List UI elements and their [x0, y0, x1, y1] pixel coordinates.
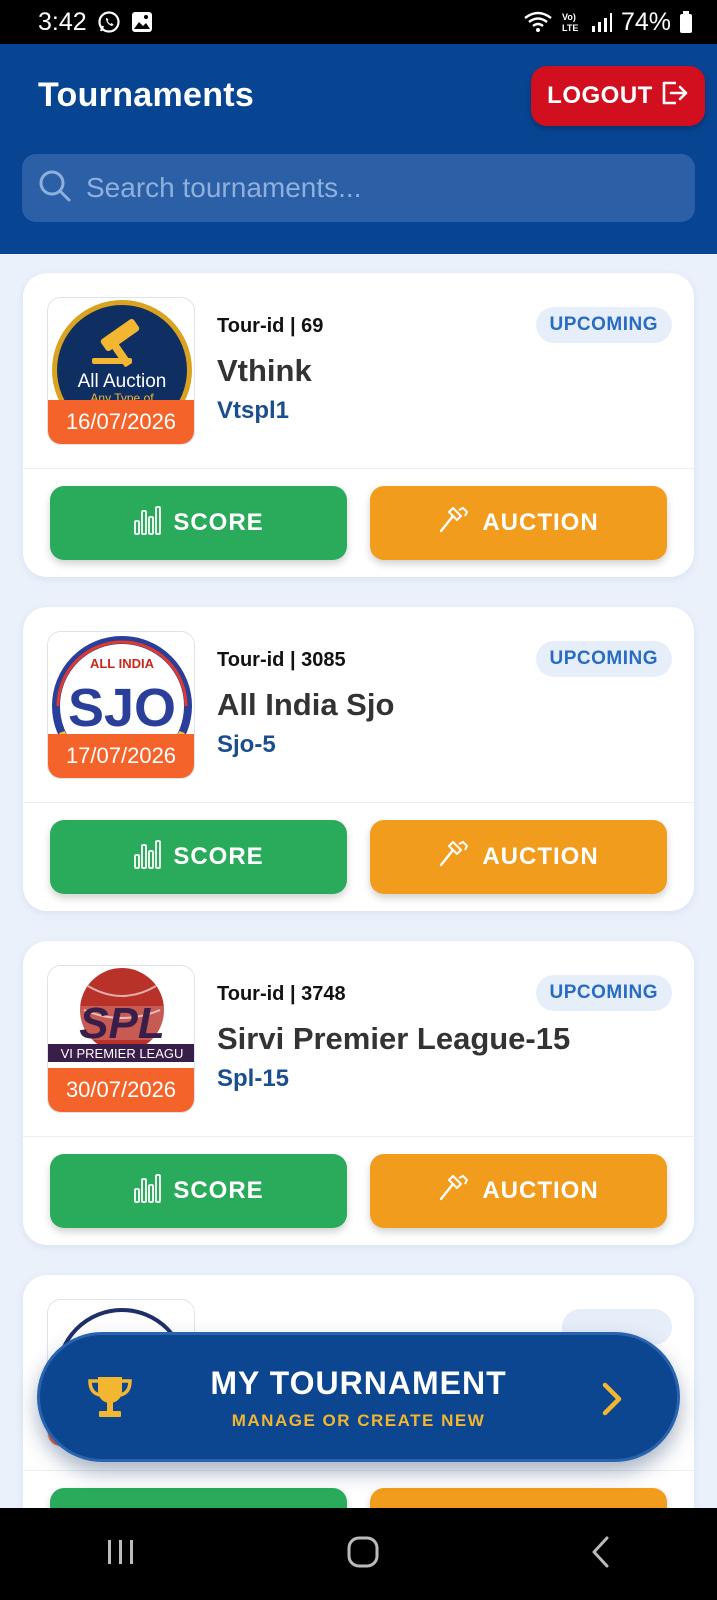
logo-subtext: VI PREMIER LEAGU: [61, 1046, 184, 1061]
gallery-icon: [131, 11, 153, 33]
svg-text:LTE: LTE: [562, 23, 578, 33]
auction-label: AUCTION: [482, 1177, 599, 1204]
tournament-short-name: Spl-15: [217, 1065, 290, 1092]
auction-label: AUCTION: [482, 509, 599, 536]
tournament-logo: SPL VI PREMIER LEAGU 30/07/2026: [47, 965, 195, 1113]
auction-button[interactable]: AUCTION: [370, 820, 667, 894]
tournament-date: 30/07/2026: [48, 1068, 194, 1112]
search-input[interactable]: [86, 172, 686, 204]
tournament-list: All Auction Any Type of 16/07/2026 Tour-…: [0, 254, 717, 1508]
score-label: SCORE: [173, 1177, 264, 1204]
card-divider: [23, 1470, 694, 1471]
logout-label: LOGOUT: [547, 82, 653, 109]
bar-chart-icon: [133, 505, 162, 542]
score-button[interactable]: SCORE: [50, 1154, 347, 1228]
tournament-card[interactable]: ALL INDIA SJO 17/07/2026 Tour-id | 3085 …: [23, 607, 694, 911]
auction-label: AUCTION: [482, 843, 599, 870]
hammer-icon: [438, 505, 470, 542]
bar-chart-icon: [133, 1173, 162, 1210]
my-tournament-button[interactable]: MY TOURNAMENT MANAGE OR CREATE NEW: [37, 1332, 680, 1462]
hammer-icon: [438, 1173, 470, 1210]
card-divider: [23, 468, 694, 469]
whatsapp-icon: [97, 10, 121, 34]
tournament-date: 16/07/2026: [48, 400, 194, 444]
status-left: 3:42: [38, 8, 153, 37]
my-tournament-title: MY TOURNAMENT: [210, 1365, 507, 1401]
score-button[interactable]: SCORE: [50, 486, 347, 560]
wifi-icon: [523, 10, 553, 34]
status-time: 3:42: [38, 7, 87, 36]
tour-id: Tour-id | 3748: [217, 983, 346, 1005]
app-header: Tournaments LOGOUT: [0, 44, 717, 254]
tournament-name: Vthink: [217, 353, 312, 388]
system-nav-bar: [0, 1508, 717, 1600]
tour-id: Tour-id | 69: [217, 315, 324, 337]
logout-icon: [659, 78, 689, 115]
tour-id: Tour-id | 3085: [217, 649, 346, 671]
status-right: Vo) LTE 74%: [523, 8, 693, 37]
tournament-card[interactable]: SPL VI PREMIER LEAGU 30/07/2026 Tour-id …: [23, 941, 694, 1245]
battery-percent: 74%: [620, 7, 671, 36]
hammer-icon: [438, 839, 470, 876]
tournament-logo: ALL INDIA SJO 17/07/2026: [47, 631, 195, 779]
volte-icon: Vo) LTE: [561, 10, 583, 34]
tournament-short-name: Sjo-5: [217, 731, 276, 758]
auction-button[interactable]: AUCTION: [370, 486, 667, 560]
tournament-date: 17/07/2026: [48, 734, 194, 778]
card-divider: [23, 1136, 694, 1137]
logo-text: SPL: [79, 999, 165, 1048]
search-box[interactable]: [22, 154, 695, 222]
score-button[interactable]: [50, 1488, 347, 1508]
recent-apps-button[interactable]: [104, 1537, 138, 1572]
back-button[interactable]: [589, 1535, 613, 1574]
card-divider: [23, 802, 694, 803]
chevron-right-icon: [599, 1379, 625, 1424]
logo-text: SJO: [68, 678, 176, 738]
logo-toptext: ALL INDIA: [90, 656, 155, 671]
tournament-card[interactable]: All Auction Any Type of 16/07/2026 Tour-…: [23, 273, 694, 577]
bar-chart-icon: [133, 839, 162, 876]
tournament-name: Sirvi Premier League-15: [217, 1021, 571, 1056]
battery-icon: [679, 10, 693, 34]
score-label: SCORE: [173, 843, 264, 870]
my-tournament-subtitle: MANAGE OR CREATE NEW: [231, 1411, 486, 1430]
tournament-short-name: Vtspl1: [217, 397, 290, 424]
auction-button[interactable]: [370, 1488, 667, 1508]
signal-icon: [591, 11, 613, 33]
home-button[interactable]: [346, 1535, 380, 1574]
tournament-logo: All Auction Any Type of 16/07/2026: [47, 297, 195, 445]
svg-text:Vo): Vo): [562, 12, 576, 22]
logo-text: All Auction: [78, 371, 167, 392]
status-badge: UPCOMING: [535, 975, 672, 1011]
tournament-name: All India Sjo: [217, 687, 395, 722]
status-badge: UPCOMING: [535, 641, 672, 677]
search-icon: [36, 167, 74, 210]
logout-button[interactable]: LOGOUT: [531, 66, 705, 126]
status-bar: 3:42 Vo) LTE 74%: [0, 0, 717, 44]
status-badge: UPCOMING: [535, 307, 672, 343]
score-label: SCORE: [173, 509, 264, 536]
score-button[interactable]: SCORE: [50, 820, 347, 894]
page-title: Tournaments: [38, 76, 255, 114]
auction-button[interactable]: AUCTION: [370, 1154, 667, 1228]
